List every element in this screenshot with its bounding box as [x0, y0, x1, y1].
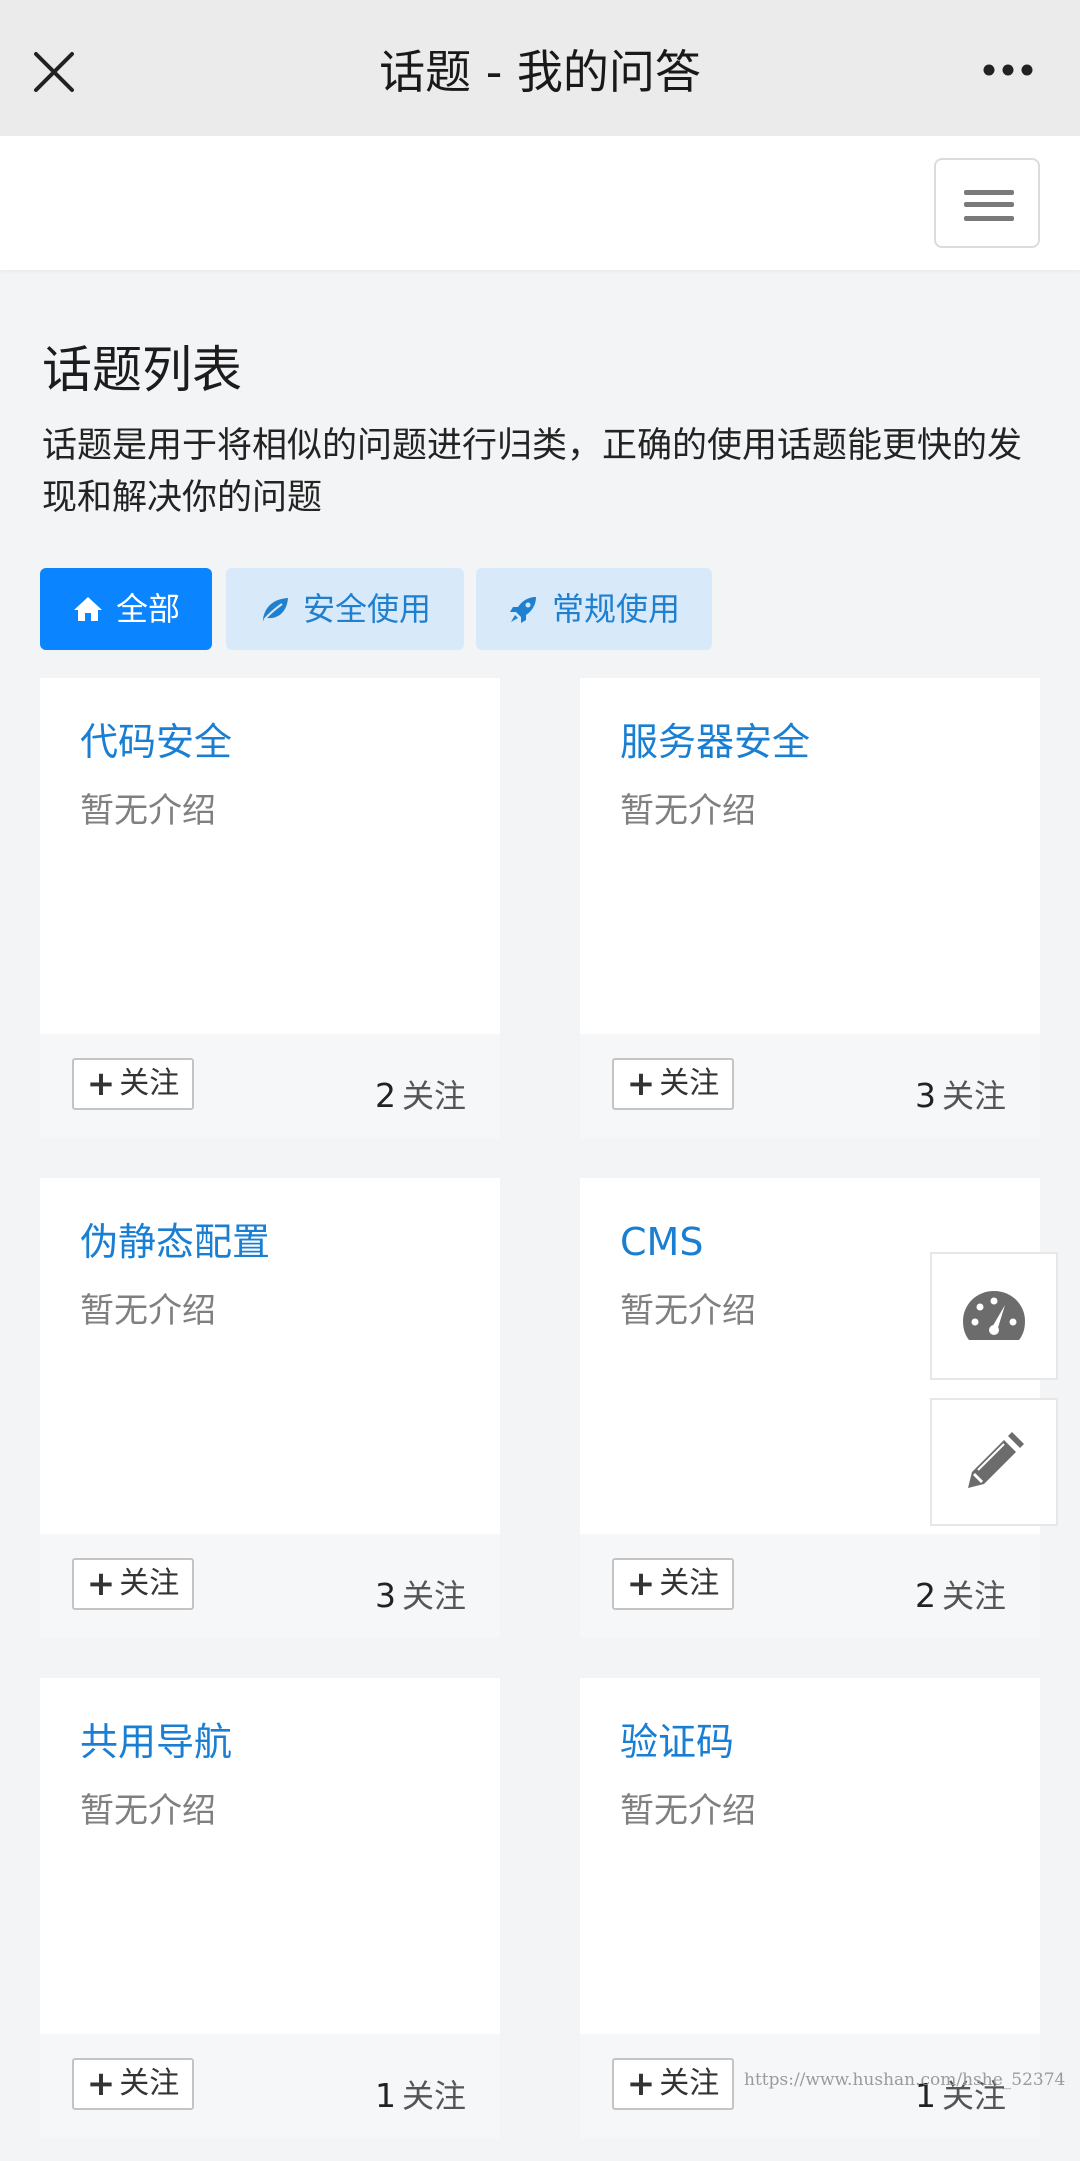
topic-description: 暂无介绍 [80, 1291, 216, 1331]
topic-name-link[interactable]: 服务器安全 [620, 716, 810, 768]
topic-name-link[interactable]: 伪静态配置 [80, 1216, 270, 1268]
filter-tab-safe-use[interactable]: 安全使用 [226, 568, 464, 650]
follow-button-label: 关注 [659, 1066, 720, 1101]
follower-count-label: 关注 [401, 1577, 466, 1615]
topic-name-link[interactable]: 验证码 [620, 1716, 734, 1768]
filter-tab-general-use[interactable]: 常规使用 [476, 568, 712, 650]
topic-name-link[interactable]: CMS [620, 1216, 703, 1268]
pencil-icon [968, 1432, 1024, 1488]
dashboard-gauge-icon [963, 1291, 1025, 1340]
filter-tab-label: 全部 [115, 590, 180, 628]
follow-button-label: 关注 [119, 2066, 180, 2101]
menu-toggle-button[interactable] [934, 158, 1040, 248]
topic-description: 暂无介绍 [80, 791, 216, 831]
topic-description: 暂无介绍 [620, 791, 756, 831]
topic-name-link[interactable]: 共用导航 [80, 1716, 232, 1768]
follower-count-number: 3 [374, 1576, 396, 1615]
filter-tab-label: 安全使用 [302, 590, 431, 628]
topic-card-footer: + 关注 3 关注 [40, 1534, 500, 1638]
follow-button-label: 关注 [659, 1566, 720, 1601]
follower-count: 1 关注 [375, 2074, 466, 2118]
follower-count-label: 关注 [941, 1077, 1006, 1115]
topic-card-footer: + 关注 2 关注 [580, 1534, 1040, 1638]
topic-card-footer: + 关注 2 关注 [40, 1034, 500, 1138]
leaf-icon [262, 598, 288, 621]
plus-icon: + [626, 1064, 656, 1104]
topic-card-footer: + 关注 1 关注 [40, 2034, 500, 2138]
plus-icon: + [86, 2064, 116, 2104]
more-horizontal-icon[interactable] [982, 62, 1034, 78]
follower-count-number: 2 [374, 1076, 396, 1115]
filter-tab-label: 常规使用 [551, 590, 680, 628]
plus-icon: + [86, 1564, 116, 1604]
follower-count-number: 1 [374, 2076, 396, 2115]
section-description: 话题是用于将相似的问题进行归类，正确的使用话题能更快的发现和解决你的问题 [42, 426, 1023, 518]
follower-count: 3 关注 [375, 1574, 466, 1618]
topic-card: 验证码 暂无介绍 + 关注 1 关注 [580, 1678, 1040, 2138]
topic-card-footer: + 关注 3 关注 [580, 1034, 1040, 1138]
follow-button-label: 关注 [119, 1066, 180, 1101]
follow-button[interactable]: + 关注 [612, 1558, 734, 1610]
follow-button[interactable]: + 关注 [612, 1058, 734, 1110]
topic-card: 伪静态配置 暂无介绍 + 关注 3 关注 [40, 1178, 500, 1638]
topic-card: 代码安全 暂无介绍 + 关注 2 关注 [40, 678, 500, 1138]
plus-icon: + [86, 1064, 116, 1104]
home-icon [73, 597, 102, 621]
follow-button[interactable]: + 关注 [72, 1558, 194, 1610]
topic-card: 共用导航 暂无介绍 + 关注 1 关注 [40, 1678, 500, 2138]
follower-count-number: 2 [914, 1576, 936, 1615]
follow-button-label: 关注 [659, 2066, 720, 2101]
dashboard-float-button[interactable] [930, 1252, 1058, 1380]
follow-button-label: 关注 [119, 1566, 180, 1601]
follow-button[interactable]: + 关注 [72, 2058, 194, 2110]
topic-description: 暂无介绍 [620, 1791, 756, 1831]
site-navbar [0, 136, 1080, 270]
page-title: 话题 - 我的问答 [379, 45, 701, 99]
follower-count: 2 关注 [375, 1074, 466, 1118]
topic-card: 服务器安全 暂无介绍 + 关注 3 关注 [580, 678, 1040, 1138]
topic-description: 暂无介绍 [620, 1291, 756, 1331]
follower-count-label: 关注 [401, 1077, 466, 1115]
follow-button[interactable]: + 关注 [612, 2058, 734, 2110]
filter-tab-all[interactable]: 全部 [40, 568, 212, 650]
topic-description: 暂无介绍 [80, 1791, 216, 1831]
top-bar: 话题 - 我的问答 [0, 0, 1080, 136]
edit-float-button[interactable] [930, 1398, 1058, 1526]
section-title: 话题列表 [42, 341, 242, 399]
topic-name-link[interactable]: 代码安全 [80, 716, 232, 768]
follower-count-label: 关注 [941, 1577, 1006, 1615]
plus-icon: + [626, 2064, 656, 2104]
follower-count-number: 3 [914, 1076, 936, 1115]
follower-count: 2 关注 [915, 1574, 1006, 1618]
follow-button[interactable]: + 关注 [72, 1058, 194, 1110]
follower-count: 3 关注 [915, 1074, 1006, 1118]
follower-count-label: 关注 [401, 2077, 466, 2115]
plus-icon: + [626, 1564, 656, 1604]
watermark: https://www.hushan.com/hshe_52374 [744, 2070, 1066, 2090]
rocket-icon [509, 597, 536, 623]
